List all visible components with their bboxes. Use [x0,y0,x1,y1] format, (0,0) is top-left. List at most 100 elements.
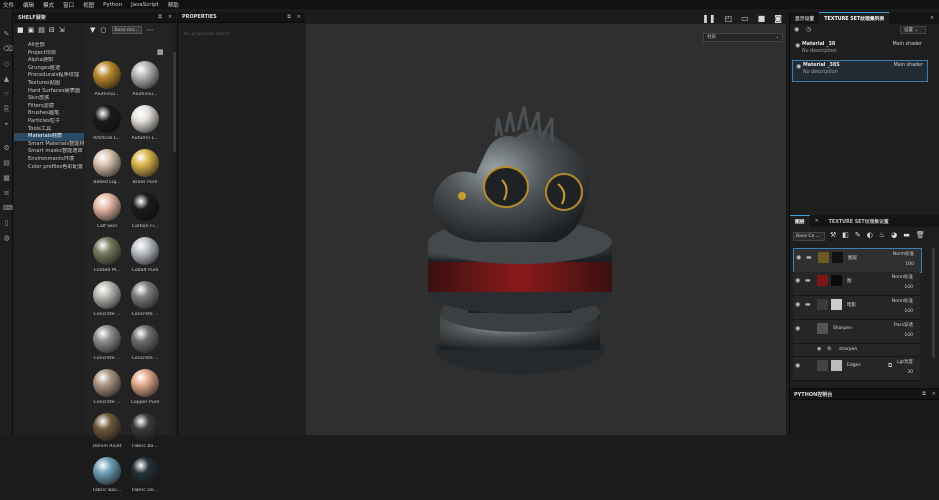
eye-icon[interactable]: ◉ [795,301,800,308]
category-item[interactable]: Tools工具 [14,126,84,134]
category-item[interactable]: Filters滤镜 [14,103,84,111]
copy-icon[interactable]: ⧉ [888,362,892,370]
smudge-icon[interactable]: ☞ [3,91,10,98]
menu-python[interactable]: Python [103,2,122,8]
trash-icon[interactable]: 🗑 [916,231,925,239]
menu-mode[interactable]: 模式 [43,1,54,9]
display-icon[interactable]: ▦ [3,175,10,182]
material-item[interactable]: Carbon Fi... [128,192,162,236]
material-item[interactable]: Copper Pure [128,368,162,412]
texture-set-item[interactable]: ◉ Material _38 No description Main shade… [792,40,926,60]
material-item[interactable]: Concrete ... [90,280,124,324]
category-item[interactable]: Hard Surfaces硬表面 [14,88,84,96]
search-input[interactable]: Base ma... [111,25,142,34]
log-icon[interactable]: ≡ [3,190,10,197]
picker-icon[interactable]: ⌖ [3,121,10,128]
material-item[interactable]: Denim Rivet [90,412,124,456]
shelf-scrollbar[interactable] [173,52,176,152]
bucket-icon[interactable]: ♨ [879,231,885,239]
texture-set-item-selected[interactable]: ◉ Material _38S No description Main shad… [792,60,928,82]
close-icon[interactable]: ✕ [297,14,301,20]
layer-row[interactable]: ◉ ▬ 图层 Norm标准 100 [793,248,922,273]
layer-row[interactable]: ◉ Sharpen Pass穿透 100 [793,320,920,344]
new-shelf-icon[interactable]: ▣ [28,26,35,34]
fill-layer-icon[interactable]: ◐ [867,231,873,239]
category-item[interactable]: Smart Materials智能材 [14,141,84,149]
tab-display-settings[interactable]: 显示设置 [790,12,819,24]
category-item[interactable]: Brushes画笔 [14,110,84,118]
layers-scrollbar[interactable] [932,248,935,358]
material-item[interactable]: Concrete ... [90,324,124,368]
add-effect-icon[interactable]: ⚒ [830,231,836,239]
projection-icon[interactable]: ◇ [3,61,10,68]
material-item[interactable]: Concrete ... [128,280,162,324]
category-item[interactable]: Grunges脏迹 [14,65,84,73]
more-icon[interactable]: ⋯ [147,26,154,34]
close-icon[interactable]: ✕ [168,14,172,20]
search-icon[interactable]: ○ [100,26,106,34]
filter-icon[interactable]: ▼ [90,26,95,34]
category-item[interactable]: Color profiles色彩配置 [14,164,84,172]
category-item[interactable]: Smart masks智能遮罩 [14,148,84,156]
eraser-icon[interactable]: ⌫ [3,46,13,53]
close-icon[interactable]: ✕ [932,391,936,397]
category-item[interactable]: Particles粒子 [14,118,84,126]
eye-icon[interactable]: ◉ [794,26,799,33]
filter-row[interactable]: ◉ ⚙ sharpen [793,344,920,357]
folder-icon[interactable]: ■ [17,26,24,34]
category-item[interactable]: Skin皮肤 [14,95,84,103]
float-icon[interactable]: ⧉ [922,391,926,397]
eye-icon[interactable]: ◉ [795,325,800,332]
eye-icon[interactable]: ◉ [817,346,821,352]
shelf-settings-icon[interactable]: ▤ [38,26,45,34]
eye-icon[interactable]: ◉ [796,63,801,70]
layer-row[interactable]: ◉ Edges ⧉ Lgt亮度 30 [793,357,920,381]
eye-icon[interactable]: ◉ [795,362,800,369]
polygon-fill-icon[interactable]: ▲ [3,76,10,83]
channel-select[interactable]: Base Co ⌄ [793,232,825,241]
category-item[interactable]: Alpha通知 [14,57,84,65]
menu-edit[interactable]: 编辑 [23,1,34,9]
tab-texture-set-list[interactable]: TEXTURE SET纹理集列表 [819,12,890,24]
3d-viewport[interactable]: ❚❚ ◰ ▭ ■ ◙ 材质 ⌄ [306,12,786,435]
material-item[interactable]: Brass Pure [128,148,162,192]
category-item[interactable]: Procedurals程序纹理 [14,72,84,80]
import-icon[interactable]: ⊟ [49,26,55,34]
settings-dropdown[interactable]: 设置 ⌄ [900,26,926,34]
eye-icon[interactable]: ◉ [795,42,800,49]
close-icon[interactable]: ✕ [810,215,824,227]
material-item[interactable]: Autumn L... [128,104,162,148]
help-icon[interactable]: ◍ [3,235,10,242]
material-item[interactable]: Artificial L... [90,104,124,148]
eye-icon[interactable]: ◉ [796,254,801,261]
export-icon[interactable]: ⇲ [59,26,65,34]
material-item[interactable]: Aluminiu... [90,60,124,104]
mask-icon[interactable]: ◧ [842,231,849,239]
menu-window[interactable]: 窗口 [63,1,74,9]
layer-row[interactable]: ◉ ▬ 图 Norm标准 100 [793,272,920,296]
material-item[interactable]: Fabric Bas... [90,456,124,500]
viewport-mode-dropdown[interactable]: 材质 ⌄ [703,33,783,42]
folder-icon[interactable]: ▬ [903,231,910,239]
material-item[interactable]: Baked Lig... [90,148,124,192]
python-icon[interactable]: ⌨ [3,205,13,212]
pause-icon[interactable]: ❚❚ [702,14,715,23]
history-icon[interactable]: ◷ [806,26,811,33]
close-icon[interactable]: ✕ [925,12,939,24]
menu-view[interactable]: 视图 [83,1,94,9]
layer-row[interactable]: ◉ ▬ 暗影 Norm标准 100 [793,296,920,320]
float-icon[interactable]: ⧉ [287,14,291,20]
category-item[interactable]: Textures贴图 [14,80,84,88]
screenshot-icon[interactable]: ◙ [774,14,782,23]
menu-file[interactable]: 文件 [3,1,14,9]
menu-help[interactable]: 帮助 [168,1,179,9]
grid-view-icon[interactable]: ▦ [157,48,164,56]
smart-material-icon[interactable]: ◕ [891,231,897,239]
category-item[interactable]: Project项目 [14,50,84,58]
record-icon[interactable]: ■ [758,14,766,23]
settings-icon[interactable]: ⚙ [3,145,10,152]
eye-icon[interactable]: ◉ [795,277,800,284]
material-item[interactable]: Concrete ... [128,324,162,368]
tab-texture-set-settings[interactable]: TEXTURE SET纹理集设置 [824,215,894,227]
clone-icon[interactable]: ⎘ [3,106,10,113]
